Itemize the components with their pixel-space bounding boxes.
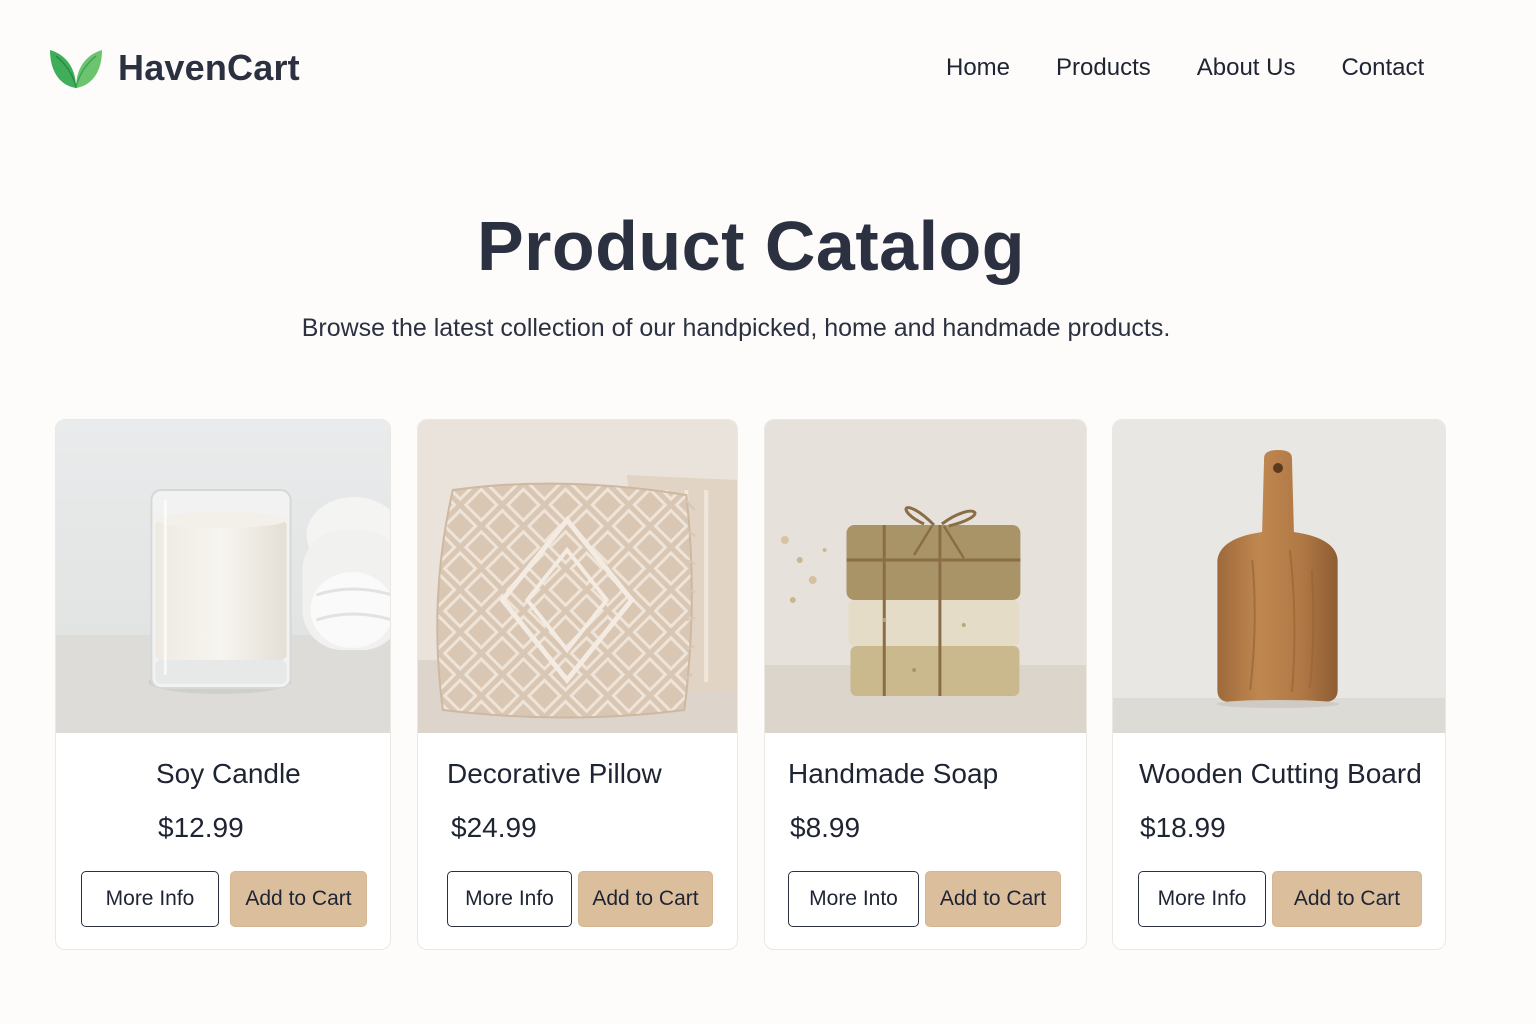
add-to-cart-button[interactable]: Add to Cart	[578, 871, 713, 927]
brand-logo[interactable]: HavenCart	[48, 46, 300, 90]
product-name: Decorative Pillow	[447, 758, 662, 789]
add-to-cart-button[interactable]: Add to Cart	[230, 871, 367, 927]
more-info-button[interactable]: More Info	[447, 871, 572, 927]
product-price: $8.99	[790, 812, 861, 843]
leaf-logo-icon	[50, 50, 102, 89]
brand-name: HavenCart	[118, 47, 300, 88]
candle-image[interactable]	[56, 420, 390, 733]
page-subtitle: Browse the latest collection of our hand…	[301, 314, 1171, 342]
more-info-button[interactable]: More Into	[788, 871, 919, 927]
soap-image[interactable]	[765, 420, 1086, 733]
main-nav: Home Products About Us Contact	[946, 54, 1424, 82]
nav-item-home[interactable]: Home	[946, 54, 1010, 82]
product-price: $18.99	[1140, 812, 1226, 843]
product-name: Wooden Cutting Board	[1139, 758, 1422, 789]
product-card-handmade-soap: Handmade Soap $8.99 More Into Add to Car…	[764, 419, 1087, 950]
more-info-button[interactable]: More Info	[81, 871, 219, 927]
cutting-board-image[interactable]	[1113, 420, 1445, 733]
product-name: Soy Candle	[156, 758, 301, 789]
add-to-cart-button[interactable]: Add to Cart	[1272, 871, 1422, 927]
add-to-cart-button[interactable]: Add to Cart	[925, 871, 1061, 927]
product-price: $24.99	[451, 812, 537, 843]
more-info-button[interactable]: More Info	[1138, 871, 1266, 927]
product-name: Handmade Soap	[788, 758, 999, 789]
product-price: $12.99	[158, 812, 244, 843]
product-card-soy-candle: Soy Candle $12.99 More Info Add to Cart	[55, 419, 391, 950]
product-card-decorative-pillow: Decorative Pillow $24.99 More Info Add t…	[417, 419, 738, 950]
pillow-image[interactable]	[418, 420, 737, 733]
nav-item-products[interactable]: Products	[1056, 54, 1151, 82]
site-header: HavenCart Home Products About Us Contact	[0, 0, 1536, 140]
nav-item-contact[interactable]: Contact	[1341, 54, 1424, 82]
page-title: Product Catalog	[476, 207, 1026, 285]
nav-item-about-us[interactable]: About Us	[1197, 54, 1296, 82]
product-card-wooden-cutting-board: Wooden Cutting Board $18.99 More Info Ad…	[1112, 419, 1446, 950]
